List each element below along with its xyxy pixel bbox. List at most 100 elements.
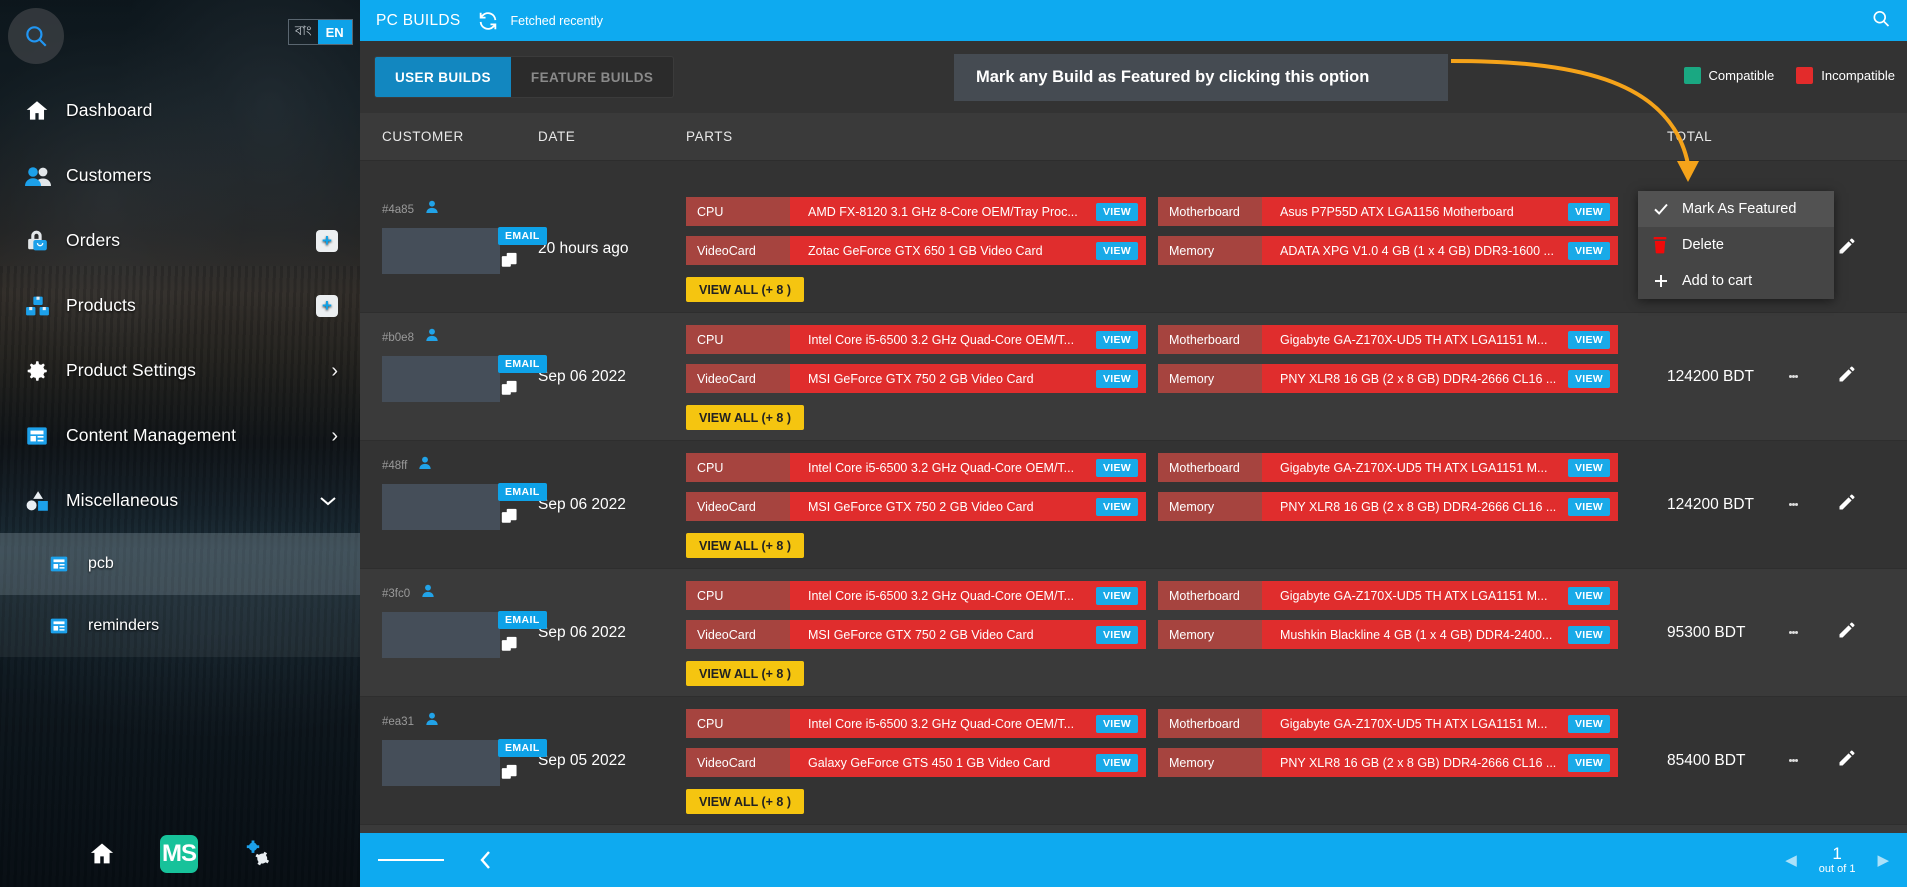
menu-item-add-to-cart[interactable]: Add to cart [1638, 263, 1834, 299]
language-option-bangla[interactable]: বাং [289, 20, 318, 44]
view-all-button[interactable]: VIEW ALL (+ 8 ) [686, 405, 805, 430]
back-button[interactable] [478, 848, 494, 872]
part-view-button[interactable]: VIEW [1567, 241, 1610, 260]
gears-icon [246, 840, 270, 866]
table-row[interactable]: #81f6EMAIL CPUIntel Core i5-6500 3.2 GHz … [360, 825, 1907, 833]
part-view-button[interactable]: VIEW [1567, 369, 1610, 388]
tab-user-builds[interactable]: USER BUILDS [375, 57, 511, 97]
part-view-button[interactable]: VIEW [1567, 714, 1610, 733]
language-option-english[interactable]: EN [317, 20, 352, 44]
ms-logo[interactable]: MS [160, 835, 198, 873]
row-menu-button[interactable] [1771, 757, 1815, 764]
row-menu-button[interactable] [1771, 373, 1815, 380]
sidebar-add-product-button[interactable]: + [316, 294, 338, 317]
part-name: Gigabyte GA-Z170X-UD5 TH ATX LGA1151 M..… [1280, 588, 1548, 603]
edit-button[interactable] [1837, 492, 1857, 517]
part-view-button[interactable]: VIEW [1567, 458, 1610, 477]
menu-item-delete[interactable]: Delete [1638, 227, 1834, 263]
part-view-button[interactable]: VIEW [1567, 330, 1610, 349]
copy-icon[interactable] [501, 636, 519, 659]
part-view-button[interactable]: VIEW [1567, 202, 1610, 221]
cell-parts: CPU Intel Core i5-6500 3.2 GHz Quad-Core … [686, 569, 1667, 696]
part-view-button[interactable]: VIEW [1567, 625, 1610, 644]
part-view-button[interactable]: VIEW [1095, 202, 1138, 221]
part-row: Motherboard Gigabyte GA-Z170X-UD5 TH ATX … [1158, 453, 1618, 482]
menu-button[interactable] [378, 855, 444, 865]
table-row[interactable]: #b0e8 EMAIL Sep 06 2022 CPU Intel Core i5-65… [360, 313, 1907, 441]
email-badge[interactable]: EMAIL [498, 611, 547, 629]
footer-settings-button[interactable] [242, 840, 272, 868]
table-row[interactable]: #ea31 EMAIL Sep 05 2022 CPU Intel Core i5-65… [360, 697, 1907, 825]
home-icon [90, 843, 114, 864]
sidebar-item-reminders[interactable]: reminders [0, 595, 360, 657]
part-view-button[interactable]: VIEW [1095, 497, 1138, 516]
table-row[interactable]: #3fc0 EMAIL Sep 06 2022 CPU Intel Core i5-65… [360, 569, 1907, 697]
email-badge[interactable]: EMAIL [498, 227, 547, 245]
part-view-button[interactable]: VIEW [1095, 330, 1138, 349]
sidebar-item-products[interactable]: Products + [0, 273, 360, 338]
copy-icon[interactable] [501, 380, 519, 403]
footer-home-button[interactable] [88, 840, 116, 868]
part-view-button[interactable]: VIEW [1095, 458, 1138, 477]
part-view-button[interactable]: VIEW [1095, 241, 1138, 260]
refresh-button[interactable] [477, 10, 499, 32]
customer-avatar [382, 356, 500, 402]
sidebar-item-product-settings[interactable]: Product Settings › [0, 338, 360, 403]
copy-icon[interactable] [501, 508, 519, 531]
pagination-next-button[interactable]: ▶ [1877, 851, 1889, 869]
email-badge[interactable]: EMAIL [498, 355, 547, 373]
language-toggle[interactable]: বাং EN [288, 19, 353, 45]
part-type: Motherboard [1158, 709, 1262, 738]
gear-icon [24, 358, 66, 384]
incompatible-swatch [1796, 67, 1814, 84]
bag-icon [24, 228, 66, 254]
part-view-button[interactable]: VIEW [1095, 369, 1138, 388]
plus-icon [1652, 272, 1682, 290]
copy-icon[interactable] [501, 764, 519, 787]
sidebar-item-content-management[interactable]: Content Management › [0, 403, 360, 468]
part-name: Galaxy GeForce GTS 450 1 GB Video Card [808, 755, 1051, 770]
sidebar-search-button[interactable] [8, 8, 64, 64]
row-menu-button[interactable] [1771, 501, 1815, 508]
table-row[interactable]: #48ff EMAIL Sep 06 2022 CPU Intel Core i5-65… [360, 441, 1907, 569]
users-icon [24, 163, 66, 189]
copy-icon[interactable] [501, 252, 519, 275]
sidebar-item-miscellaneous[interactable]: Miscellaneous [0, 468, 360, 533]
edit-button[interactable] [1837, 236, 1857, 261]
email-badge[interactable]: EMAIL [498, 483, 547, 501]
menu-item-mark-as-featured[interactable]: Mark As Featured [1638, 191, 1834, 227]
part-view-button[interactable]: VIEW [1095, 625, 1138, 644]
view-all-button[interactable]: VIEW ALL (+ 8 ) [686, 277, 805, 302]
row-menu-button[interactable] [1771, 629, 1815, 636]
sidebar-item-customers[interactable]: Customers [0, 143, 360, 208]
view-all-button[interactable]: VIEW ALL (+ 8 ) [686, 533, 805, 558]
edit-button[interactable] [1837, 620, 1857, 645]
part-view-button[interactable]: VIEW [1095, 753, 1138, 772]
parts-column-right: Motherboard Gigabyte GA-Z170X-UD5 TH ATX … [1158, 453, 1618, 558]
part-row: Motherboard Gigabyte GA-Z170X-UD5 TH ATX … [1158, 325, 1618, 354]
edit-button[interactable] [1837, 748, 1857, 773]
tab-feature-builds[interactable]: FEATURE BUILDS [511, 57, 673, 97]
part-type: CPU [686, 709, 790, 738]
cell-parts: CPU Intel Core i5-6500 3.2 GHz Quad-Core … [686, 697, 1667, 824]
view-all-button[interactable]: VIEW ALL (+ 8 ) [686, 789, 805, 814]
pagination-prev-button[interactable]: ◀ [1785, 851, 1797, 869]
sidebar-item-dashboard[interactable]: Dashboard [0, 78, 360, 143]
topbar-search-button[interactable] [1871, 8, 1891, 33]
edit-button[interactable] [1837, 364, 1857, 389]
part-view-button[interactable]: VIEW [1095, 586, 1138, 605]
page-bottombar: ◀ 1 out of 1 ▶ [360, 833, 1907, 887]
part-view-button[interactable]: VIEW [1095, 714, 1138, 733]
cell-total: 124200 BDT [1667, 313, 1907, 440]
email-badge[interactable]: EMAIL [498, 739, 547, 757]
sidebar-item-pcb[interactable]: pcb [0, 533, 360, 595]
legend-item-incompatible: Incompatible [1796, 67, 1895, 84]
sidebar-add-order-button[interactable]: + [316, 229, 338, 252]
part-view-button[interactable]: VIEW [1567, 753, 1610, 772]
view-all-button[interactable]: VIEW ALL (+ 8 ) [686, 661, 805, 686]
part-view-button[interactable]: VIEW [1567, 586, 1610, 605]
part-view-button[interactable]: VIEW [1567, 497, 1610, 516]
sidebar-item-orders[interactable]: Orders + [0, 208, 360, 273]
total-value: 95300 BDT [1667, 623, 1746, 641]
page-title: PC BUILDS [376, 11, 461, 29]
